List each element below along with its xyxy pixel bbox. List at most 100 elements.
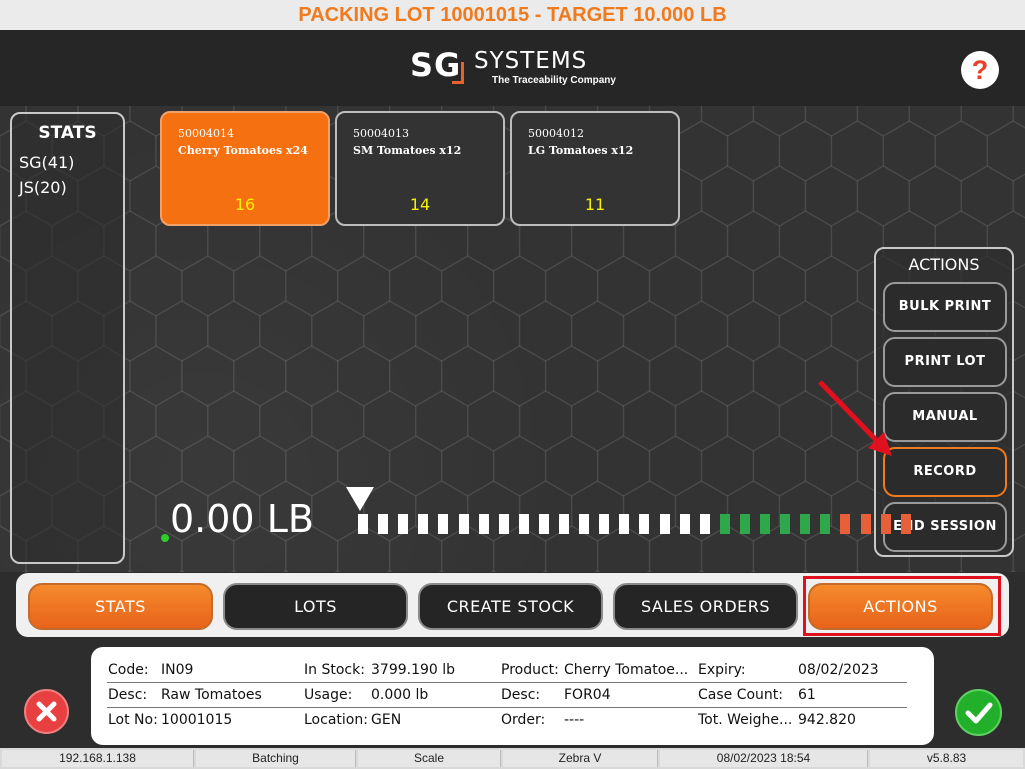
hexagon-shape: [726, 390, 781, 452]
casecount-label: Case Count:: [698, 687, 784, 703]
lot-card-50004014[interactable]: 50004014 Cherry Tomatoes x24 16: [160, 111, 330, 226]
scale-segment: [398, 514, 409, 534]
product-value: Cherry Tomatoe...: [564, 662, 689, 678]
hexagon-shape: [960, 106, 1014, 137]
stats-user: JS(20): [19, 178, 67, 197]
logo-tagline: The Traceability Company: [492, 75, 616, 86]
hexagon-shape: [544, 345, 599, 407]
desc2-label: Desc:: [501, 687, 541, 703]
hexagon-shape: [986, 120, 1025, 182]
hexagon-shape: [752, 435, 807, 497]
print-lot-button[interactable]: PRINT LOT: [883, 337, 1007, 387]
hexagon-shape: [674, 210, 729, 272]
stable-indicator-icon: [161, 534, 169, 542]
scale-segment: [699, 514, 710, 534]
hexagon-shape: [414, 390, 469, 452]
manual-button[interactable]: MANUAL: [883, 392, 1007, 442]
hexagon-shape: [594, 570, 601, 572]
confirm-button[interactable]: [955, 689, 1002, 736]
hexagon-shape: [388, 345, 443, 407]
desc-value: Raw Tomatoes: [161, 687, 262, 703]
record-waste-button[interactable]: RECORD WASTE: [883, 447, 1007, 525]
hexagon-shape: [388, 435, 443, 497]
scale-segment: [458, 514, 469, 534]
scale-segment: [679, 514, 690, 534]
hexagon-shape: [1009, 570, 1017, 572]
hexagon-shape: [259, 390, 313, 452]
code-label: Code:: [108, 662, 149, 678]
scale-segment: [659, 514, 670, 534]
scale-segment: [599, 514, 610, 534]
nav-create-stock-button[interactable]: CREATE STOCK: [418, 583, 603, 630]
hexagon-shape: [129, 255, 183, 317]
red-arrow-annotation: [818, 380, 892, 456]
hexagon-shape: [906, 570, 913, 572]
stats-title: STATS: [38, 123, 97, 143]
cancel-button[interactable]: [24, 689, 69, 734]
hexagon-shape: [386, 570, 393, 572]
hexagon-shape: [438, 570, 445, 572]
hexagon-shape: [596, 345, 651, 407]
hexagon-shape: [129, 345, 183, 407]
bulk-print-button[interactable]: BULK PRINT: [883, 282, 1007, 332]
hexagon-shape: [804, 255, 859, 317]
hexagon-shape: [752, 255, 807, 317]
lot-label: Lot No:: [108, 712, 158, 728]
instock-label: In Stock:: [304, 662, 365, 678]
hexagon-shape: [466, 300, 521, 362]
hexagon-shape: [648, 345, 703, 407]
instock-value: 3799.190 lb: [371, 662, 456, 678]
scale-segment: [619, 514, 630, 534]
lot-name: Cherry Tomatoes x24: [178, 144, 308, 157]
hexagon-shape: [570, 300, 625, 362]
scale-segment: [880, 514, 891, 534]
hexagon-shape: [542, 570, 549, 572]
lot-code: 50004012: [528, 127, 584, 140]
hexagon-shape: [362, 390, 417, 452]
hexagon-shape: [958, 570, 965, 572]
scale-segment: [719, 514, 730, 534]
scale-segment: [820, 514, 831, 534]
hexagon-shape: [518, 390, 573, 452]
status-mode: Batching: [196, 750, 356, 767]
hexagon-shape: [440, 255, 495, 317]
hexagon-shape: [126, 570, 134, 572]
row-divider: [107, 707, 907, 708]
scale-segment: [438, 514, 449, 534]
lot-card-50004012[interactable]: 50004012 LG Tomatoes x12 11: [510, 111, 680, 226]
expiry-value: 08/02/2023: [798, 662, 879, 678]
product-label: Product:: [501, 662, 559, 678]
hexagon-shape: [700, 106, 755, 137]
logo-bracket-icon: [452, 62, 464, 84]
totweight-label: Tot. Weighe...: [698, 712, 793, 728]
hexagon-shape: [285, 435, 339, 497]
nav-stats-button[interactable]: STATS: [28, 583, 213, 630]
hexagon-shape: [854, 570, 861, 572]
help-button[interactable]: ?: [961, 51, 999, 89]
row-divider: [107, 682, 907, 683]
expiry-label: Expiry:: [698, 662, 746, 678]
scale-segment: [358, 514, 368, 534]
hexagon-shape: [129, 435, 183, 497]
page-title: PACKING LOT 10001015 - TARGET 10.000 LB: [298, 4, 727, 26]
status-version: v5.8.83: [870, 750, 1023, 767]
hexagon-shape: [518, 300, 573, 362]
hexagon-shape: [490, 570, 497, 572]
hexagon-shape: [544, 525, 599, 572]
hexagon-shape: [700, 255, 755, 317]
nav-lots-button[interactable]: LOTS: [223, 583, 408, 630]
location-label: Location:: [304, 712, 368, 728]
actions-title: ACTIONS: [908, 255, 980, 274]
scale-segment: [579, 514, 590, 534]
item-info-panel: Code: IN09 Desc: Raw Tomatoes Lot No: 10…: [91, 647, 934, 745]
hexagon-shape: [778, 210, 833, 272]
lot-card-50004013[interactable]: 50004013 SM Tomatoes x12 14: [335, 111, 505, 226]
lot-count: 16: [234, 195, 256, 214]
hexagon-shape: [674, 300, 729, 362]
nav-sales-orders-button[interactable]: SALES ORDERS: [613, 583, 798, 630]
stats-panel: STATS SG(41) JS(20): [10, 112, 125, 564]
hexagon-shape: [388, 255, 443, 317]
hexagon-shape: [960, 165, 1014, 227]
hexagon-shape: [311, 300, 365, 362]
scale-segment: [478, 514, 489, 534]
